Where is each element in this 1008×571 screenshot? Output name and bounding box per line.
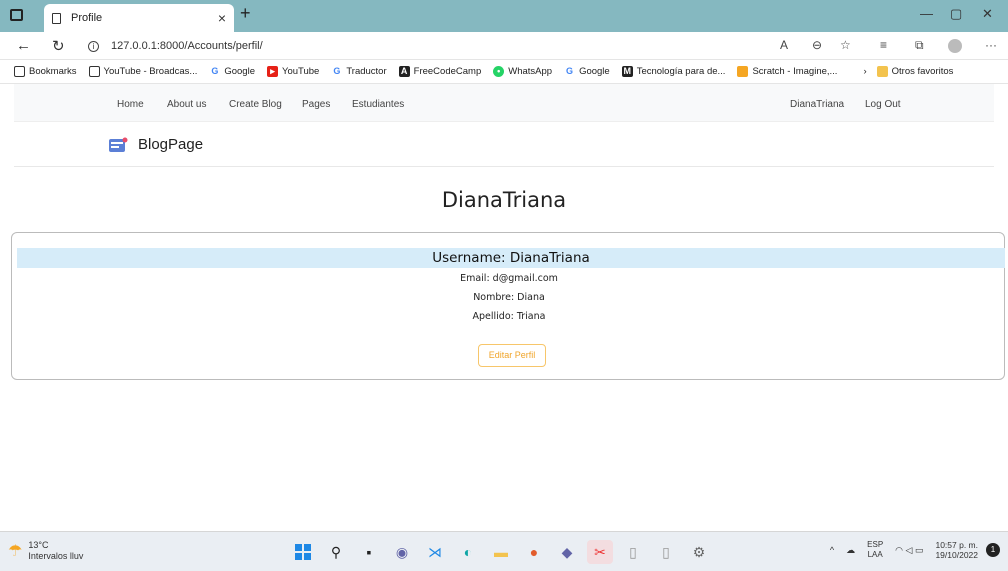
bookmark-item[interactable]: G Google xyxy=(564,66,610,77)
new-tab-button[interactable]: + xyxy=(240,3,251,24)
page-title: DianaTriana xyxy=(441,188,567,212)
edge-icon[interactable]: ◐ xyxy=(455,540,481,564)
system-tray: ^ ☁ ESP LAA ◠ ◁ ▭ 10:57 p. m. 19/10/2022 1 xyxy=(830,540,1000,560)
bookmark-item[interactable]: A FreeCodeCamp xyxy=(398,66,481,77)
bookmark-item[interactable]: G Traductor xyxy=(331,66,386,77)
wifi-sound-battery-icon[interactable]: ◠ ◁ ▭ xyxy=(895,545,923,556)
nav-home[interactable]: Home xyxy=(117,99,144,110)
nav-about-us[interactable]: About us xyxy=(167,99,206,110)
bookmark-item[interactable]: YouTube - Broadcas... xyxy=(88,66,197,77)
nombre-text: Nombre: Diana xyxy=(473,292,545,303)
google-icon: G xyxy=(211,66,219,76)
folder-icon xyxy=(876,66,888,77)
tab-title: Profile xyxy=(71,12,103,24)
search-icon[interactable]: ⚲ xyxy=(323,540,349,564)
bookmark-item[interactable]: Bookmarks xyxy=(14,66,77,77)
nav-user[interactable]: DianaTriana xyxy=(790,99,844,110)
m-icon: M xyxy=(621,66,633,77)
more-menu-icon[interactable]: ··· xyxy=(985,38,997,52)
profile-avatar[interactable] xyxy=(948,39,962,53)
url-field[interactable]: i 127.0.0.1:8000/Accounts/perfil/ xyxy=(88,35,858,57)
task-view-icon[interactable]: ▪ xyxy=(356,540,382,564)
taskbar-apps: ⚲ ▪ ◉ ⋊ ◐ ▬ ● ◆ ✂ ▯ ▯ ⚙ xyxy=(290,540,719,564)
edit-profile-button[interactable]: Editar Perfil xyxy=(478,344,546,367)
profile-card: Username: DianaTriana Email: d@gmail.com… xyxy=(11,232,1005,380)
blog-logo-icon xyxy=(108,137,128,153)
page-icon xyxy=(88,66,100,77)
taskbar: ☂ 13°C Intervalos lluv ⚲ ▪ ◉ ⋊ ◐ ▬ ● ◆ ✂ … xyxy=(0,531,1008,571)
snipping-tool-icon[interactable]: ✂ xyxy=(587,540,613,564)
scratch-icon xyxy=(737,66,749,77)
google-icon: G xyxy=(566,66,574,76)
document-icon[interactable]: ▯ xyxy=(653,540,679,564)
nav-logout[interactable]: Log Out xyxy=(865,99,901,110)
collections-icon[interactable]: ⧉ xyxy=(915,38,924,53)
clock[interactable]: 10:57 p. m. 19/10/2022 xyxy=(935,540,978,560)
youtube-icon: ▸ xyxy=(266,66,278,77)
bookmark-item[interactable]: ▸ YouTube xyxy=(266,66,319,77)
bookmark-item[interactable]: Scratch - Imagine,... xyxy=(737,66,837,77)
weather-text: Intervalos lluv xyxy=(28,551,84,561)
url-text: 127.0.0.1:8000/Accounts/perfil/ xyxy=(111,40,263,52)
chevron-right-icon[interactable]: › xyxy=(863,66,866,77)
tab-actions-icon[interactable] xyxy=(10,9,23,21)
address-bar: ← ↻ i 127.0.0.1:8000/Accounts/perfil/ A … xyxy=(0,32,1008,60)
apellido-text: Apellido: Triana xyxy=(472,311,546,322)
zoom-icon[interactable]: ⊖ xyxy=(812,38,822,52)
page-content: Home About us Create Blog Pages Estudian… xyxy=(0,84,1008,531)
read-aloud-icon[interactable]: A xyxy=(780,38,788,52)
back-button[interactable]: ← xyxy=(16,37,31,54)
minimize-button[interactable]: — xyxy=(920,6,933,21)
weather-icon: ☂ xyxy=(8,542,23,560)
bookmark-item[interactable]: M Tecnología para de... xyxy=(621,66,725,77)
freecodecamp-icon: A xyxy=(398,66,410,77)
brand[interactable]: BlogPage xyxy=(108,136,203,153)
bookmark-item[interactable]: G Google xyxy=(209,66,255,77)
refresh-button[interactable]: ↻ xyxy=(52,37,65,55)
chevron-up-icon[interactable]: ^ xyxy=(830,545,834,555)
temperature: 13°C xyxy=(28,540,49,550)
settings-icon[interactable]: ⚙ xyxy=(686,540,712,564)
nav-create-blog[interactable]: Create Blog xyxy=(229,99,282,110)
windows-start-icon[interactable] xyxy=(290,540,316,564)
document-icon[interactable]: ▯ xyxy=(620,540,646,564)
chat-icon[interactable]: ◉ xyxy=(389,540,415,564)
bookmark-item[interactable]: • WhatsApp xyxy=(493,66,552,77)
email-text: Email: d@gmail.com xyxy=(460,273,558,284)
notification-badge[interactable]: 1 xyxy=(986,543,1000,557)
vscode-icon[interactable]: ⋊ xyxy=(422,540,448,564)
nav-estudiantes[interactable]: Estudiantes xyxy=(352,99,404,110)
cloud-icon[interactable]: ☁ xyxy=(846,545,855,556)
favorites-list-icon[interactable]: ≡ xyxy=(880,38,887,52)
close-tab-icon[interactable]: × xyxy=(218,10,226,26)
tab-bar: Profile × + — ▢ ✕ xyxy=(0,0,1008,32)
close-window-button[interactable]: ✕ xyxy=(982,6,993,22)
site-navbar: Home About us Create Blog Pages Estudian… xyxy=(14,84,994,122)
other-favorites[interactable]: Otros favoritos xyxy=(876,66,953,77)
username-heading: Username: DianaTriana xyxy=(17,248,1005,268)
weather-widget[interactable]: ☂ 13°C Intervalos lluv xyxy=(8,540,83,562)
language-indicator[interactable]: ESP LAA xyxy=(867,540,883,560)
nav-pages[interactable]: Pages xyxy=(302,99,330,110)
divider xyxy=(14,166,994,167)
teams-icon[interactable]: ◆ xyxy=(554,540,580,564)
tab-profile[interactable]: Profile × xyxy=(44,4,234,32)
info-icon[interactable]: i xyxy=(88,40,99,52)
page-icon xyxy=(52,12,61,24)
page-icon xyxy=(14,66,25,77)
bookmarks-bar: Bookmarks YouTube - Broadcas... G Google … xyxy=(0,60,1008,84)
google-icon: G xyxy=(333,66,341,76)
restore-button[interactable]: ▢ xyxy=(950,6,962,22)
whatsapp-icon: • xyxy=(493,66,505,77)
brand-name: BlogPage xyxy=(138,136,204,153)
chrome-icon[interactable]: ● xyxy=(521,540,547,564)
file-explorer-icon[interactable]: ▬ xyxy=(488,540,514,564)
favorite-star-icon[interactable]: ☆ xyxy=(840,38,851,52)
